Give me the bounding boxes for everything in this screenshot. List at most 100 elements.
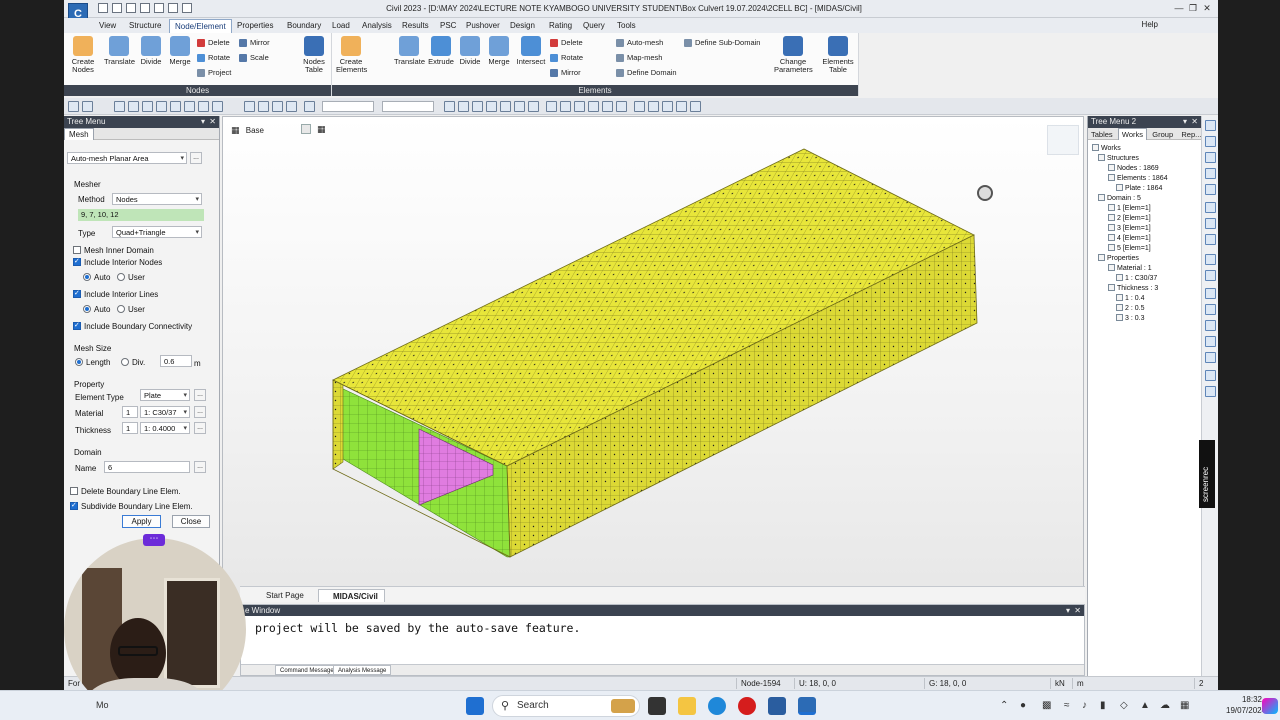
material-select[interactable]: 1: C30/37: [140, 406, 190, 418]
tab-analysis-message[interactable]: Analysis Message: [333, 665, 392, 675]
tab-view[interactable]: View: [94, 19, 121, 33]
security-icon[interactable]: ▲: [1140, 700, 1150, 711]
view-cube[interactable]: [1047, 125, 1079, 155]
select-line-icon[interactable]: [212, 101, 223, 112]
tree-item[interactable]: 3 : 0.3: [1116, 314, 1144, 322]
hidden-tool-icon[interactable]: [1205, 136, 1216, 147]
translate-elements-button[interactable]: Translate: [394, 36, 425, 80]
interior-nodes-auto-radio[interactable]: [83, 273, 91, 281]
midas-civil-taskbar-icon[interactable]: [798, 697, 816, 715]
method-select[interactable]: Nodes: [112, 193, 202, 205]
divide-elements-button[interactable]: Divide: [455, 36, 485, 80]
include-interior-lines-checkbox[interactable]: [73, 289, 81, 298]
top-view-icon[interactable]: [588, 101, 599, 112]
elements-table-button[interactable]: Elements Table: [820, 36, 856, 80]
taskbar-search[interactable]: ⚲ Search: [492, 695, 640, 717]
thickness-options-button[interactable]: ...: [194, 422, 206, 434]
message-pin-icon[interactable]: ▾: [1066, 605, 1070, 616]
taskbar-clock[interactable]: 18:32 19/07/2024: [1226, 694, 1266, 716]
tab-tools[interactable]: Tools: [612, 19, 641, 33]
tree-item[interactable]: Nodes : 1869: [1108, 164, 1159, 172]
tab-structure[interactable]: Structure: [124, 19, 166, 33]
scale-nodes-button[interactable]: Scale: [239, 52, 269, 64]
copilot-icon[interactable]: [1262, 698, 1278, 714]
keyboard-icon[interactable]: ▩: [1042, 700, 1051, 711]
merge-nodes-button[interactable]: Merge: [165, 36, 195, 80]
merge-elements-button[interactable]: Merge: [484, 36, 514, 80]
settings-side-icon[interactable]: [1205, 370, 1216, 381]
tree-item[interactable]: Material : 1: [1108, 264, 1152, 272]
rotate-nodes-button[interactable]: Rotate: [197, 52, 230, 64]
delete-boundary-checkbox[interactable]: [70, 487, 78, 495]
extrude-button[interactable]: Extrude: [426, 36, 456, 80]
mirror-elements-button[interactable]: Mirror: [550, 67, 581, 79]
initial-view-icon[interactable]: [648, 101, 659, 112]
subdivide-boundary-checkbox[interactable]: [70, 501, 78, 510]
render-view-icon[interactable]: [560, 101, 571, 112]
select-polygon-icon[interactable]: [128, 101, 139, 112]
model-viewport[interactable]: ▦ Base ▦: [222, 116, 1084, 602]
tab-mesh[interactable]: Mesh: [64, 128, 94, 140]
length-radio[interactable]: [75, 358, 83, 366]
tab-design[interactable]: Design: [505, 19, 540, 33]
shrink-view-icon[interactable]: [514, 101, 525, 112]
volume-icon[interactable]: ♪: [1082, 700, 1087, 711]
new-file-icon[interactable]: [98, 3, 108, 13]
create-nodes-button[interactable]: Create Nodes: [68, 36, 98, 80]
store-icon[interactable]: [768, 697, 786, 715]
rotate-view-icon[interactable]: [486, 101, 497, 112]
capture-icon[interactable]: [690, 101, 701, 112]
undo-icon[interactable]: [154, 3, 164, 13]
translate-nodes-button[interactable]: Translate: [104, 36, 135, 80]
back-arrow-icon[interactable]: [68, 101, 79, 112]
close-panel-icon[interactable]: ✕: [209, 116, 216, 128]
element-type-options-button[interactable]: ...: [194, 389, 206, 401]
rotate-elements-button[interactable]: Rotate: [550, 52, 583, 64]
tree-item[interactable]: Domain : 5: [1098, 194, 1141, 202]
tab-command-message[interactable]: Command Message: [275, 665, 339, 675]
redraw-icon[interactable]: [634, 101, 645, 112]
activate-all-icon[interactable]: [286, 101, 297, 112]
interior-nodes-user-radio[interactable]: [117, 273, 125, 281]
tab-pushover[interactable]: Pushover: [461, 19, 505, 33]
tab-psc[interactable]: PSC: [435, 19, 461, 33]
tab-results[interactable]: Results: [397, 19, 434, 33]
activate-icon[interactable]: [244, 101, 255, 112]
minimize-icon[interactable]: —: [1172, 2, 1186, 14]
unselect-icon[interactable]: [156, 101, 167, 112]
cloud-icon[interactable]: ☁: [1160, 700, 1170, 711]
wifi-icon[interactable]: ≈: [1064, 700, 1070, 711]
mesh-size-input[interactable]: 0.6: [160, 355, 192, 367]
interior-lines-user-radio[interactable]: [117, 305, 125, 313]
table-side-icon[interactable]: [1205, 336, 1216, 347]
tree-item[interactable]: 5 [Elem=1]: [1108, 244, 1151, 252]
notifications-icon[interactable]: ◇: [1120, 700, 1128, 711]
mesh-type-select[interactable]: Quad+Triangle: [112, 226, 202, 238]
rotate-side-icon[interactable]: [1205, 218, 1216, 229]
div-radio[interactable]: [121, 358, 129, 366]
node-select-combo[interactable]: [322, 101, 374, 112]
tab-group[interactable]: Group: [1149, 129, 1176, 141]
more-options-icon[interactable]: ⋯: [143, 534, 165, 546]
mirror-nodes-button[interactable]: Mirror: [239, 37, 270, 49]
apply-button[interactable]: Apply: [122, 515, 161, 528]
toggle-grid-icon[interactable]: [676, 101, 687, 112]
language-icon[interactable]: ▦: [1180, 700, 1189, 711]
restore-icon[interactable]: ❐: [1186, 2, 1200, 14]
change-parameters-button[interactable]: Change Parameters: [774, 36, 813, 80]
tab-works[interactable]: Works: [1117, 128, 1148, 140]
material-options-button[interactable]: ...: [194, 406, 206, 418]
shade-side-icon[interactable]: [1205, 270, 1216, 281]
tree-item[interactable]: Works: [1092, 144, 1121, 152]
thickness-select[interactable]: 1: 0.4000: [140, 422, 190, 434]
microphone-icon[interactable]: ●: [1020, 700, 1026, 711]
tree-item[interactable]: 1 [Elem=1]: [1108, 204, 1151, 212]
divide-nodes-button[interactable]: Divide: [136, 36, 166, 80]
battery-icon[interactable]: ▮: [1100, 700, 1106, 711]
include-boundary-connectivity-checkbox[interactable]: [73, 321, 81, 330]
tree-item[interactable]: 4 [Elem=1]: [1108, 234, 1151, 242]
select-plane-icon[interactable]: [198, 101, 209, 112]
force-unit-select[interactable]: kN: [1050, 678, 1070, 689]
close-button[interactable]: Close: [172, 515, 210, 528]
tree-item[interactable]: Structures: [1098, 154, 1139, 162]
